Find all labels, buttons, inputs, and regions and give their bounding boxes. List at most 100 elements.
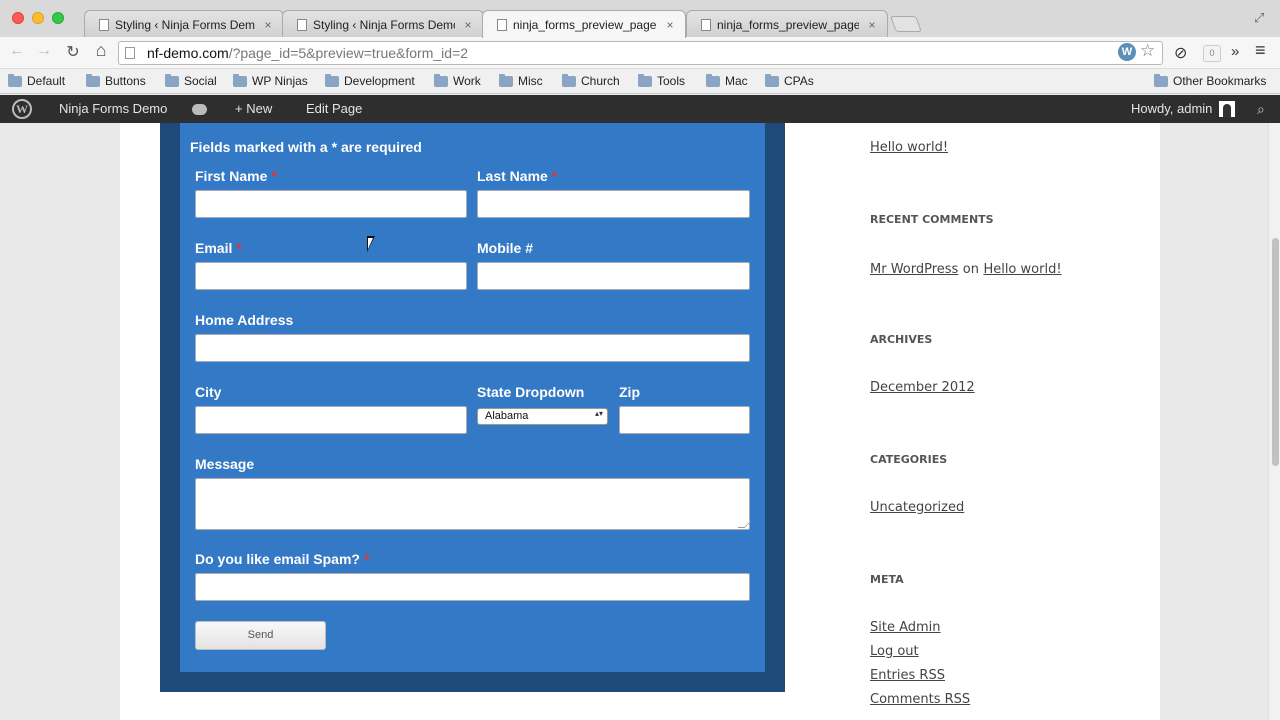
menu-icon[interactable]: ≡ [1255, 40, 1266, 61]
bookmark-label: Buttons [105, 74, 146, 88]
recent-post-link[interactable]: Hello world! [870, 140, 948, 155]
tab-close-icon[interactable]: × [261, 18, 275, 32]
wordpress-extension-icon[interactable]: W [1118, 43, 1136, 61]
bookmark-label: Social [184, 74, 217, 88]
admin-bar-site-name[interactable]: Ninja Forms Demo [59, 95, 167, 123]
folder-icon [8, 73, 22, 87]
browser-tab-2[interactable]: Styling ‹ Ninja Forms Demo — WordPress × [282, 10, 484, 38]
required-fields-note: Fields marked with a * are required [190, 139, 422, 155]
reload-icon[interactable]: ↻ [62, 42, 84, 62]
tab-title: ninja_forms_preview_page | Ninja Forms D… [513, 17, 657, 32]
browser-tab-4[interactable]: ninja_forms_preview_page | Ninja Forms D… [686, 10, 888, 38]
bookmark-folder-buttons[interactable]: Buttons [86, 73, 146, 88]
bookmark-folder-other[interactable]: Other Bookmarks [1154, 73, 1267, 88]
minimize-window-button[interactable] [32, 12, 44, 24]
comment-post-link[interactable]: Hello world! [983, 262, 1061, 277]
meta-link-entries-rss[interactable]: Entries RSS [870, 668, 945, 683]
home-address-label: Home Address [195, 312, 294, 328]
fullscreen-icon[interactable]: ⤢ [1254, 10, 1264, 26]
bookmark-label: Work [453, 74, 481, 88]
archive-link[interactable]: December 2012 [870, 380, 975, 395]
search-icon[interactable]: ⌕ [1257, 95, 1265, 123]
resize-handle[interactable] [737, 521, 752, 528]
bookmarks-bar: Default Buttons Social WP Ninjas Develop… [0, 69, 1280, 94]
bookmark-folder-tools[interactable]: Tools [638, 73, 685, 88]
meta-heading: META [870, 573, 904, 586]
bookmark-folder-church[interactable]: Church [562, 73, 620, 88]
home-icon[interactable]: ⌂ [90, 40, 112, 61]
state-dropdown-value: Alabama [485, 410, 529, 422]
folder-icon [562, 73, 576, 87]
bookmark-folder-misc[interactable]: Misc [499, 73, 543, 88]
bookmark-label: Development [344, 74, 415, 88]
extension-badge[interactable]: 0 [1203, 45, 1221, 62]
zoom-window-button[interactable] [52, 12, 64, 24]
meta-link-comments-rss[interactable]: Comments RSS [870, 692, 970, 707]
tab-close-icon[interactable]: × [865, 18, 879, 32]
bookmark-label: CPAs [784, 74, 814, 88]
send-button[interactable]: Send [195, 621, 326, 650]
scrollbar-thumb[interactable] [1272, 238, 1279, 466]
admin-bar-greeting[interactable]: Howdy, admin [1131, 95, 1212, 123]
wordpress-logo-icon[interactable]: W [12, 99, 32, 119]
browser-tab-3-active[interactable]: ninja_forms_preview_page | Ninja Forms D… [482, 10, 686, 38]
tab-title: ninja_forms_preview_page | Ninja Forms D… [717, 17, 859, 32]
comments-bubble-icon[interactable] [192, 104, 207, 115]
recent-comments-heading: RECENT COMMENTS [870, 213, 994, 226]
avatar[interactable] [1219, 101, 1235, 117]
email-label: Email * [195, 240, 242, 256]
url-path: /?page_id=5&preview=true&form_id=2 [228, 45, 469, 61]
message-textarea[interactable] [195, 478, 752, 530]
browser-tab-1[interactable]: Styling ‹ Ninja Forms Demo — WordPress × [84, 10, 284, 38]
category-link[interactable]: Uncategorized [870, 500, 964, 515]
more-extensions-icon[interactable]: » [1231, 43, 1239, 60]
meta-link-log-out[interactable]: Log out [870, 644, 919, 659]
tab-title: Styling ‹ Ninja Forms Demo — WordPress [115, 17, 255, 32]
bookmark-folder-default[interactable]: Default [8, 73, 65, 88]
new-tab-button[interactable] [890, 16, 922, 32]
zip-input[interactable] [619, 406, 750, 434]
first-name-input[interactable] [195, 190, 467, 218]
browser-toolbar: ← → ↻ ⌂ nf-demo.com/?page_id=5&preview=t… [0, 37, 1280, 69]
city-input[interactable] [195, 406, 467, 434]
page-scrollbar[interactable] [1268, 123, 1280, 720]
folder-icon [233, 73, 247, 87]
folder-icon [325, 73, 339, 87]
state-dropdown[interactable]: Alabama ▴▾ [477, 408, 608, 425]
tab-close-icon[interactable]: × [663, 18, 677, 32]
address-bar[interactable]: nf-demo.com/?page_id=5&preview=true&form… [118, 41, 1163, 65]
folder-icon [434, 73, 448, 87]
back-icon[interactable]: ← [6, 42, 28, 60]
email-input[interactable] [195, 262, 467, 290]
bookmark-folder-wp-ninjas[interactable]: WP Ninjas [233, 73, 308, 88]
required-star: * [363, 551, 370, 567]
folder-icon [765, 73, 779, 87]
admin-bar-edit-page[interactable]: Edit Page [306, 95, 362, 123]
bookmark-label: WP Ninjas [252, 74, 308, 88]
comment-author-link[interactable]: Mr WordPress [870, 262, 958, 277]
admin-bar-new[interactable]: + New [235, 95, 272, 123]
page-info-icon[interactable] [125, 47, 135, 59]
bookmark-folder-cpas[interactable]: CPAs [765, 73, 814, 88]
forward-icon[interactable]: → [33, 42, 55, 60]
last-name-input[interactable] [477, 190, 750, 218]
home-address-input[interactable] [195, 334, 750, 362]
folder-icon [706, 73, 720, 87]
bookmark-folder-work[interactable]: Work [434, 73, 481, 88]
mobile-input[interactable] [477, 262, 750, 290]
close-window-button[interactable] [12, 12, 24, 24]
bookmark-label: Other Bookmarks [1173, 74, 1267, 88]
tab-close-icon[interactable]: × [461, 18, 475, 32]
extension-icon[interactable]: ⊘ [1174, 43, 1187, 63]
state-label: State Dropdown [477, 384, 585, 400]
tab-title: Styling ‹ Ninja Forms Demo — WordPress [313, 17, 455, 32]
spam-answer-input[interactable] [195, 573, 750, 601]
bookmark-folder-development[interactable]: Development [325, 73, 415, 88]
folder-icon [638, 73, 652, 87]
folder-icon [165, 73, 179, 87]
bookmark-folder-social[interactable]: Social [165, 73, 217, 88]
bookmark-star-icon[interactable]: ☆ [1140, 41, 1155, 61]
required-star: * [236, 240, 242, 256]
meta-link-site-admin[interactable]: Site Admin [870, 620, 941, 635]
bookmark-folder-mac[interactable]: Mac [706, 73, 748, 88]
